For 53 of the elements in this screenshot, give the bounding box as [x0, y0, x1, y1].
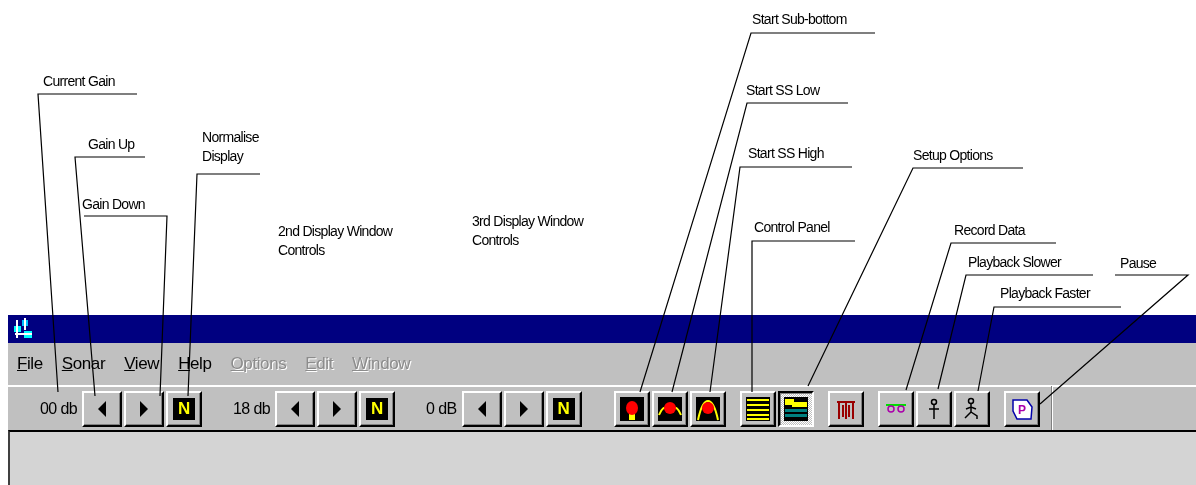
left-arrow-icon: [97, 400, 108, 417]
callout-label: 3rd Display Window Controls: [472, 212, 584, 250]
right-arrow-icon: [518, 400, 529, 417]
callout-label: Pause: [1120, 254, 1157, 273]
gain-down-button[interactable]: [461, 390, 502, 427]
callout-label: Gain Up: [88, 135, 135, 154]
callout-label: Control Panel: [754, 218, 830, 237]
gain-up-button[interactable]: [124, 390, 165, 427]
gain-reading: 00 db: [40, 399, 78, 418]
panel-icon: [783, 396, 808, 421]
gain-reading: 0 dB: [426, 399, 457, 418]
start-ss-low-button[interactable]: [651, 390, 688, 427]
callout-label: Start Sub-bottom: [752, 10, 847, 29]
left-arrow-icon: [290, 400, 301, 417]
left-arrow-icon: [476, 400, 487, 417]
buoy-icon: [619, 396, 644, 421]
app-icon: [12, 318, 34, 340]
record-data-button[interactable]: [877, 390, 914, 427]
pause-button[interactable]: P: [1003, 390, 1040, 427]
callout-label: Playback Slower: [968, 253, 1061, 272]
playback-slower-button[interactable]: [915, 390, 952, 427]
callout-label: Gain Down: [82, 195, 145, 214]
normalise-button[interactable]: N: [545, 390, 582, 427]
dot-under-arch-icon: [695, 396, 720, 421]
callout-label: Normalise Display: [202, 128, 259, 166]
callout-label: Setup Options: [913, 146, 993, 165]
callout-label: Playback Faster: [1000, 284, 1090, 303]
right-arrow-icon: [332, 400, 343, 417]
normalise-button[interactable]: N: [359, 390, 396, 427]
menu-item[interactable]: File: [17, 354, 43, 374]
gain-up-button[interactable]: [317, 390, 358, 427]
callout-label: Start SS Low: [746, 81, 820, 100]
gain-down-button[interactable]: [275, 390, 316, 427]
toolbar-button[interactable]: [827, 390, 864, 427]
striped-panel-icon: [745, 396, 770, 421]
gain-down-button[interactable]: [82, 390, 123, 427]
playback-faster-button[interactable]: [953, 390, 990, 427]
pause-icon: P: [1009, 396, 1034, 421]
normalise-button[interactable]: N: [166, 390, 203, 427]
menu-item[interactable]: View: [124, 354, 160, 374]
gain-reading: 18 db: [233, 399, 271, 418]
setup-options-button[interactable]: [777, 390, 814, 427]
control-panel-button[interactable]: [739, 390, 776, 427]
right-arrow-icon: [139, 400, 150, 417]
start-sub-bottom-button[interactable]: [613, 390, 650, 427]
dot-with-arcs-icon: [657, 396, 682, 421]
gain-up-button[interactable]: [503, 390, 544, 427]
start-ss-high-button[interactable]: [689, 390, 726, 427]
callout-label: Record Data: [954, 221, 1025, 240]
tape-icon: [883, 403, 908, 414]
callout-label: 2nd Display Window Controls: [278, 222, 393, 260]
callout-label: Start SS High: [748, 144, 824, 163]
callout-label: Current Gain: [43, 72, 115, 91]
